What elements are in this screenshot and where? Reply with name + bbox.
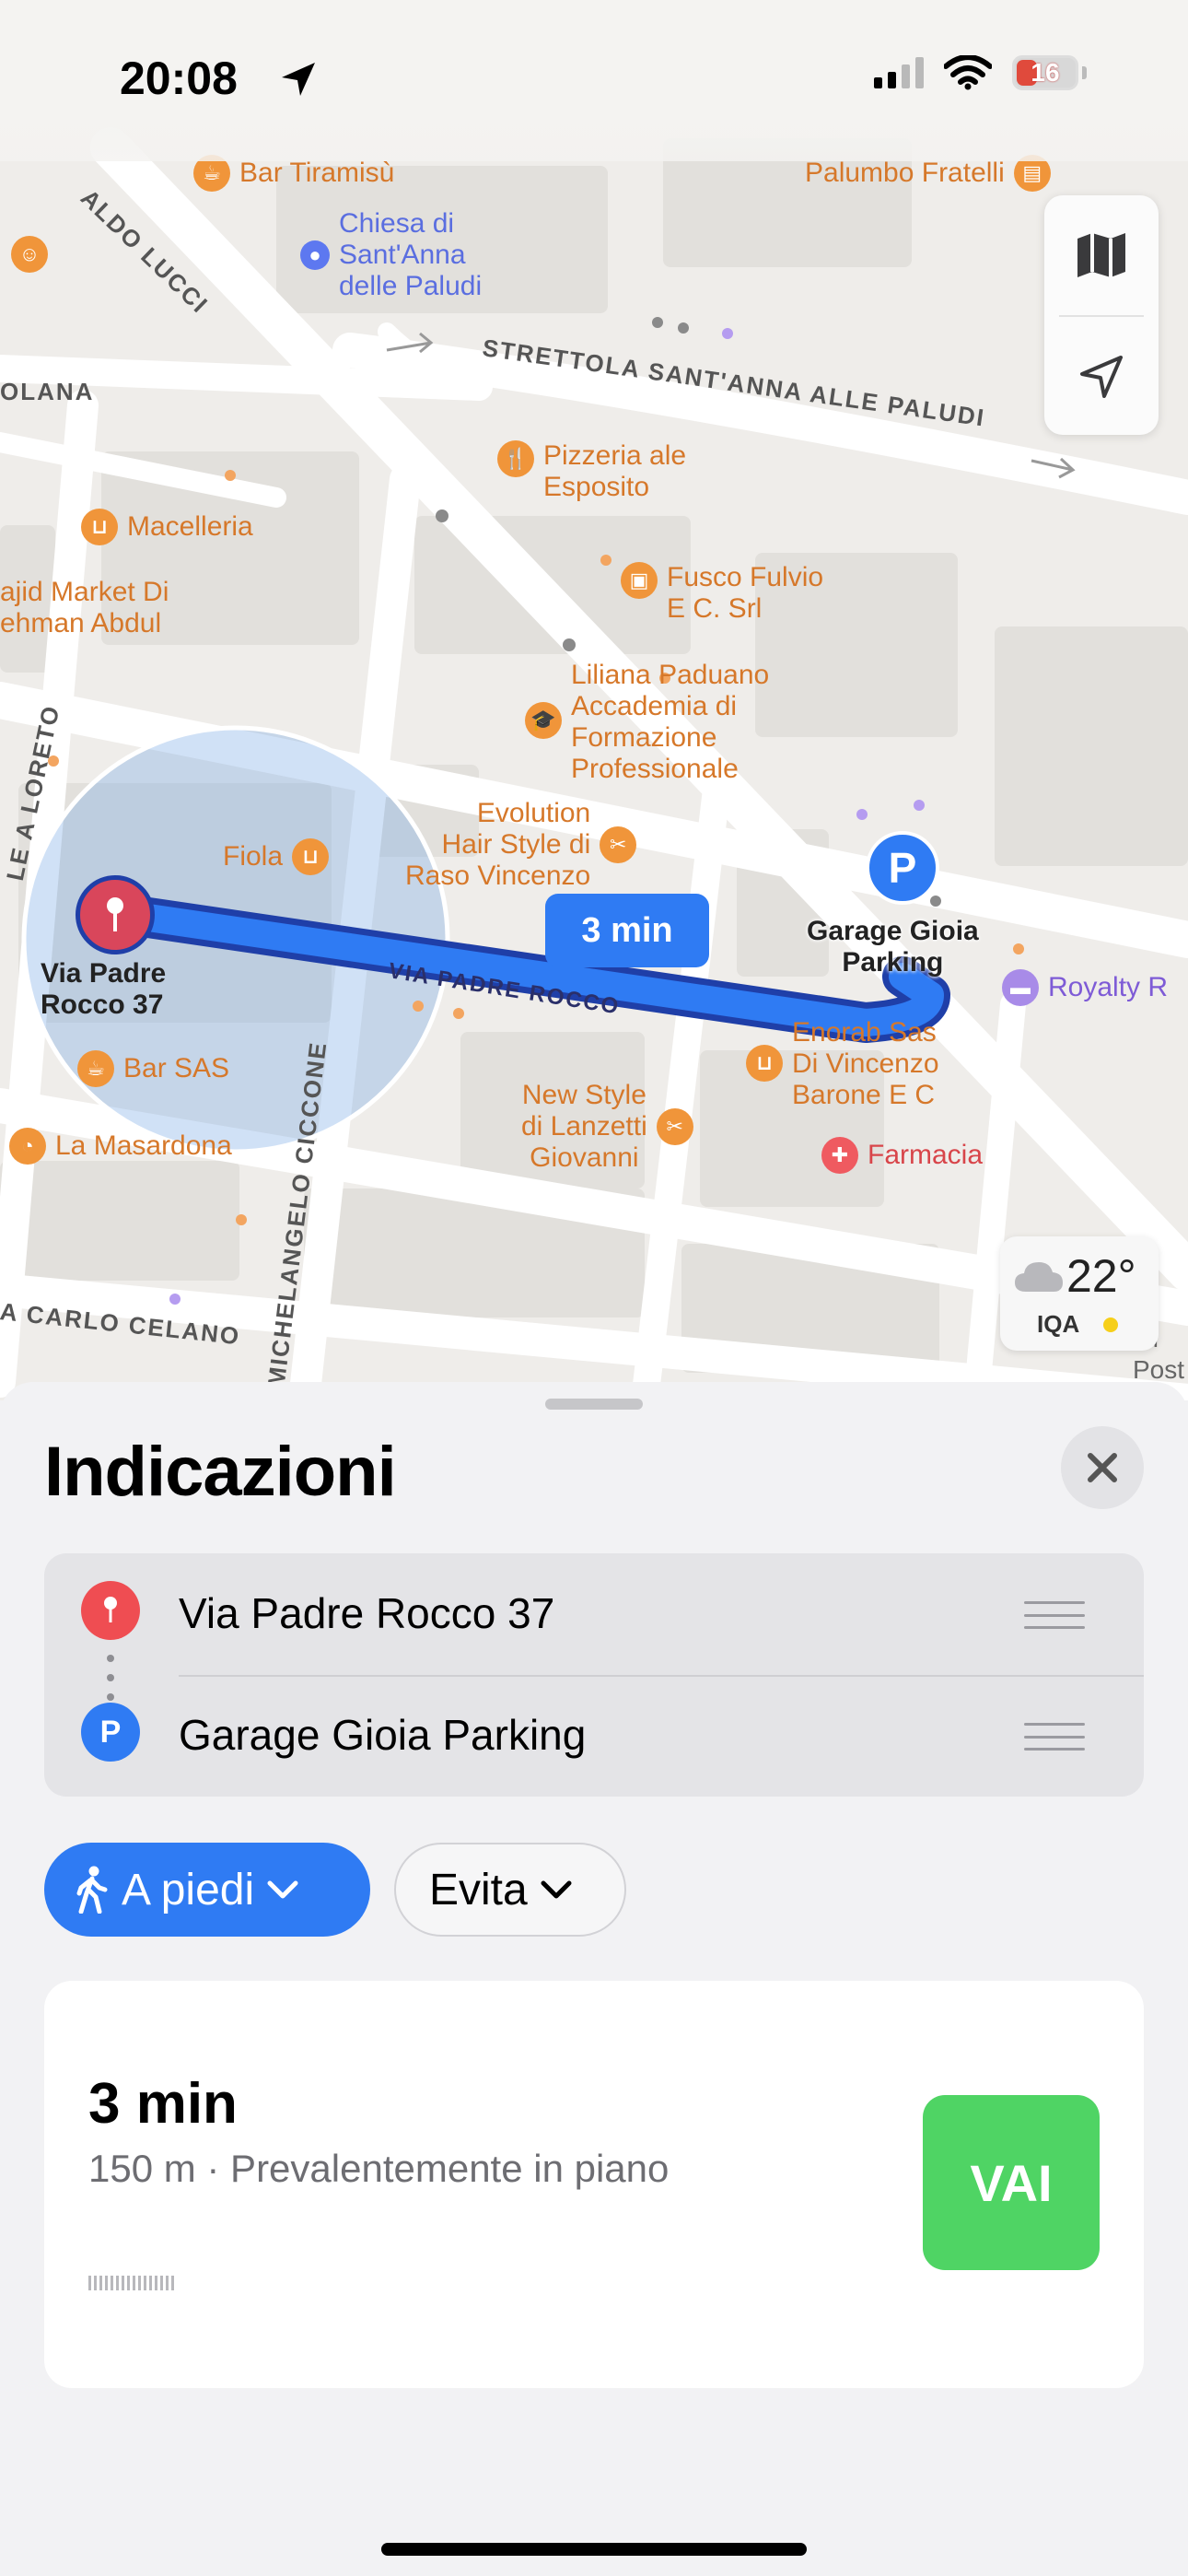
status-time: 20:08 xyxy=(120,53,238,104)
pill-icon: ✚ xyxy=(821,1137,858,1174)
poi-fiola[interactable]: Fiola ⊔ xyxy=(223,838,330,875)
chevron-down-icon xyxy=(267,1880,298,1899)
poi-evolution-hair[interactable]: Evolution Hair Style di Raso Vincenzo ✂ xyxy=(405,798,637,892)
poi-la-masardona[interactable]: ◔ La Masardona xyxy=(9,1128,232,1165)
sheet-title: Indicazioni xyxy=(44,1433,397,1511)
parking-marker-icon[interactable]: P xyxy=(866,831,939,905)
poi-sajid-market[interactable]: ajid Market Di ehman Abdul xyxy=(0,577,169,639)
scissors-icon: ✂ xyxy=(600,826,637,863)
map-controls xyxy=(1044,195,1159,435)
weather-temperature: 22° xyxy=(1066,1250,1136,1302)
location-services-icon xyxy=(282,63,315,96)
poi-farmacia[interactable]: ✚ Farmacia xyxy=(821,1137,983,1174)
destination-map-label: Garage Gioia Parking xyxy=(807,916,979,978)
origin-pin-icon[interactable] xyxy=(76,875,155,954)
poi-pizzeria[interactable]: 🍴 Pizzeria ale Esposito xyxy=(497,440,686,503)
poi-new-style[interactable]: New Style di Lanzetti Giovanni ✂ xyxy=(521,1080,693,1174)
bed-icon: ▬ xyxy=(1002,969,1039,1006)
map-view[interactable]: ALDO LUCCI STRETTOLA SANT'ANNA ALLE PALU… xyxy=(0,0,1188,1400)
reorder-handle-icon[interactable] xyxy=(1024,1601,1085,1629)
poi-left-edge[interactable]: ☺ xyxy=(11,236,48,273)
wifi-icon xyxy=(944,55,992,90)
parking-icon: P xyxy=(81,1703,140,1762)
stop-label: Via Padre Rocco 37 xyxy=(179,1589,555,1637)
poi-fusco[interactable]: ▣ Fusco Fulvio E C. Srl xyxy=(621,562,823,625)
basket-icon: ⊔ xyxy=(81,509,118,545)
briefcase-icon: ▣ xyxy=(621,562,658,599)
pizza-icon: ◔ xyxy=(9,1128,46,1165)
cup-icon: ☕ xyxy=(77,1050,114,1087)
aqi-label: IQA xyxy=(1037,1310,1080,1338)
battery-icon: 16 xyxy=(1012,55,1078,90)
weather-widget[interactable]: 22° IQA xyxy=(1000,1236,1159,1351)
route-option-card[interactable]: 3 min 150 m · Prevalentemente in piano V… xyxy=(44,1981,1144,2388)
poi-enorab[interactable]: ⊔ Enorab Sas Di Vincenzo Barone E C xyxy=(746,1017,939,1111)
graduation-cap-icon: 🎓 xyxy=(525,702,562,739)
restaurant-icon: 🍴 xyxy=(497,440,534,477)
poi-royalty[interactable]: ▬ Royalty R xyxy=(1002,969,1168,1006)
route-detail: 150 m · Prevalentemente in piano xyxy=(88,2147,670,2190)
aqi-status-dot xyxy=(1103,1317,1118,1332)
map-icon xyxy=(1077,233,1125,277)
transport-mode-button[interactable]: A piedi xyxy=(44,1843,370,1937)
close-button[interactable] xyxy=(1061,1426,1144,1509)
status-bar: 20:08 16 xyxy=(0,0,1188,161)
route-duration-bubble[interactable]: 3 min xyxy=(545,894,709,982)
walking-icon xyxy=(76,1866,108,1914)
close-icon xyxy=(1088,1453,1117,1482)
pin-icon xyxy=(81,1581,140,1640)
origin-map-label: Via Padre Rocco 37 xyxy=(41,958,167,1020)
route-stops-list: Via Padre Rocco 37 P Garage Gioia Parkin… xyxy=(44,1553,1144,1797)
locate-me-button[interactable] xyxy=(1044,317,1159,437)
basket-icon: ⊔ xyxy=(292,838,330,875)
cloud-icon xyxy=(1015,1262,1063,1292)
stop-destination[interactable]: P Garage Gioia Parking xyxy=(44,1675,1144,1797)
poi-bar-sas[interactable]: ☕ Bar SAS xyxy=(77,1050,229,1087)
location-arrow-icon xyxy=(1080,356,1123,398)
route-duration: 3 min xyxy=(88,2072,238,2136)
sheet-grabber[interactable] xyxy=(545,1399,643,1410)
poi-chiesa[interactable]: ● Chiesa di Sant'Anna delle Paludi xyxy=(300,208,482,302)
avoid-button[interactable]: Evita xyxy=(394,1843,626,1937)
stop-origin[interactable]: Via Padre Rocco 37 xyxy=(44,1553,1144,1675)
poi-macelleria[interactable]: ⊔ Macelleria xyxy=(81,509,253,545)
elevation-profile xyxy=(88,2276,174,2290)
scissors-icon: ✂ xyxy=(656,1108,693,1145)
basket-icon: ⊔ xyxy=(746,1045,783,1082)
chevron-down-icon xyxy=(541,1880,572,1899)
avoid-label: Evita xyxy=(429,1865,528,1914)
go-button[interactable]: VAI xyxy=(923,2095,1100,2270)
stop-label: Garage Gioia Parking xyxy=(179,1711,587,1759)
map-mode-button[interactable] xyxy=(1044,195,1159,315)
directions-sheet: Indicazioni Via Padre Rocco 37 P Garage … xyxy=(0,1382,1188,2576)
kids-icon: ☺ xyxy=(11,236,48,273)
street-label: OLANA xyxy=(0,378,95,405)
church-icon: ● xyxy=(300,240,330,270)
reorder-handle-icon[interactable] xyxy=(1024,1723,1085,1751)
home-indicator[interactable] xyxy=(381,2543,807,2556)
transport-mode-label: A piedi xyxy=(122,1865,255,1914)
cellular-signal-icon xyxy=(874,57,924,88)
poi-accademia[interactable]: 🎓 Liliana Paduano Accademia di Formazion… xyxy=(525,660,769,785)
